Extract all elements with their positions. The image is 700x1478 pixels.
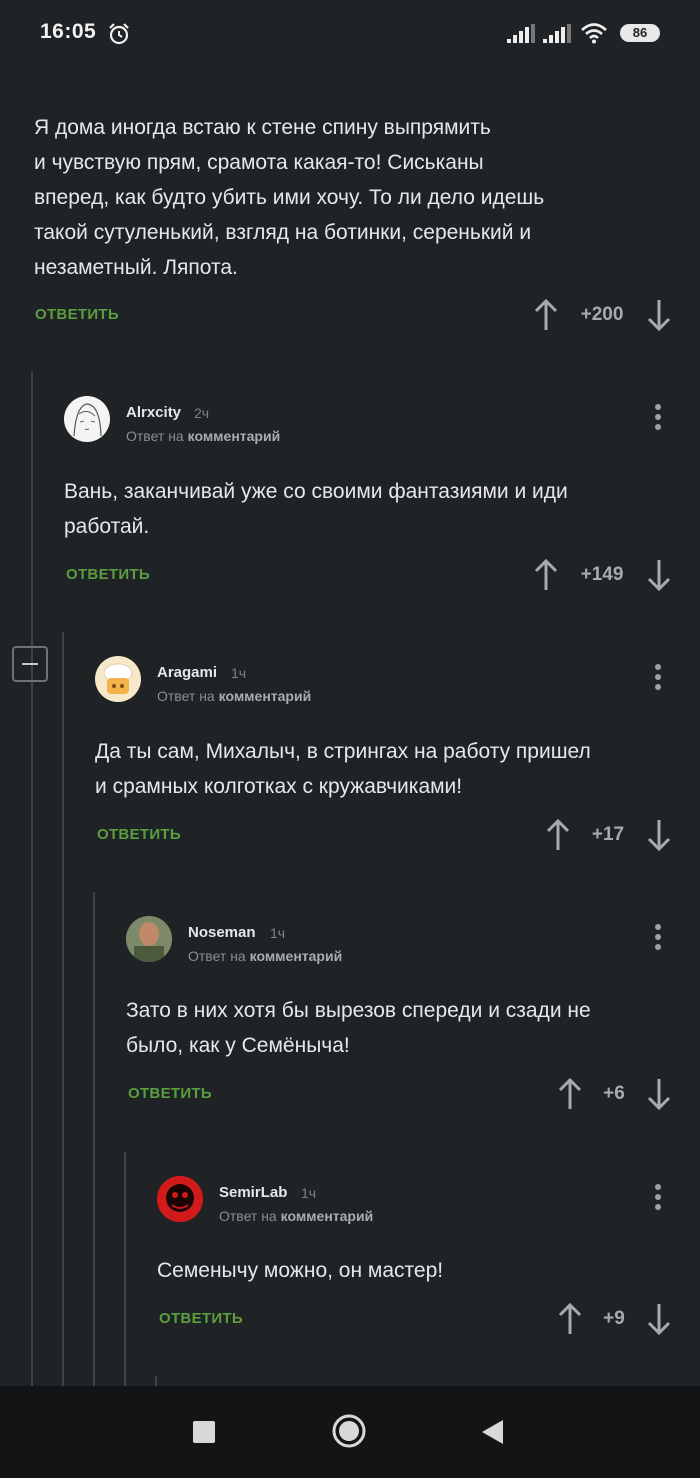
downvote-arrow-icon[interactable] xyxy=(647,1078,671,1110)
comment-time: 1ч xyxy=(301,1185,317,1201)
reply-to-prefix: Ответ на xyxy=(188,948,246,964)
reply-to-label[interactable]: Ответ на комментарий xyxy=(219,1208,373,1224)
upvote-arrow-icon[interactable] xyxy=(546,819,570,851)
comment-body: Да ты сам, Михалыч, в стрингах на работу… xyxy=(95,734,685,804)
more-options-icon[interactable] xyxy=(654,1184,662,1214)
comment-text-line: Вань, заканчивай уже со своими фантазиям… xyxy=(64,480,568,503)
user-avatar-icon xyxy=(103,663,133,694)
collapse-thread-button[interactable] xyxy=(12,646,48,682)
more-options-icon[interactable] xyxy=(654,924,662,954)
upvote-arrow-icon[interactable] xyxy=(534,559,558,591)
comment-text-line: такой сутуленький, взгляд на ботинки, се… xyxy=(34,221,532,244)
downvote-arrow-icon[interactable] xyxy=(647,299,671,331)
avatar[interactable] xyxy=(95,656,141,702)
avatar[interactable] xyxy=(126,916,172,962)
comment-time: 1ч xyxy=(270,925,286,941)
comment-text-line: Я дома иногда встаю к стене спину выпрям… xyxy=(34,116,491,139)
comment-body: Семенычу можно, он мастер! xyxy=(157,1253,677,1288)
avatar[interactable] xyxy=(64,396,110,442)
comment-time: 2ч xyxy=(194,405,210,421)
comment-text-line: Зато в них хотя бы вырезов спереди и сза… xyxy=(126,999,591,1022)
comment-score: +149 xyxy=(580,564,624,585)
comment-body: Вань, заканчивай уже со своими фантазиям… xyxy=(64,474,674,544)
comment-text-line: работай. xyxy=(64,515,150,538)
reply-button[interactable]: ОТВЕТИТЬ xyxy=(159,1310,243,1327)
wifi-icon xyxy=(581,23,607,44)
reply-to-prefix: Ответ на xyxy=(219,1208,277,1224)
thread-line[interactable] xyxy=(62,632,64,1386)
thread-line[interactable] xyxy=(155,1376,157,1386)
upvote-arrow-icon[interactable] xyxy=(558,1303,582,1335)
comment-text-line: незаметный. Ляпота. xyxy=(34,256,238,279)
reply-to-target[interactable]: комментарий xyxy=(188,428,281,444)
comment-text-line: Да ты сам, Михалыч, в стрингах на работу… xyxy=(95,740,591,763)
reply-to-prefix: Ответ на xyxy=(157,688,215,704)
downvote-arrow-icon[interactable] xyxy=(647,559,671,591)
reply-button[interactable]: ОТВЕТИТЬ xyxy=(66,566,150,583)
username[interactable]: Alrxcity xyxy=(126,404,181,421)
reply-to-prefix: Ответ на xyxy=(126,428,184,444)
comment-text-line: Семенычу можно, он мастер! xyxy=(157,1259,444,1282)
upvote-arrow-icon[interactable] xyxy=(558,1078,582,1110)
more-options-icon[interactable] xyxy=(654,664,662,694)
signal-icon xyxy=(507,24,535,43)
comment-body: Я дома иногда встаю к стене спину выпрям… xyxy=(34,110,674,285)
home-icon[interactable] xyxy=(331,1413,367,1449)
upvote-arrow-icon[interactable] xyxy=(534,299,558,331)
signal-icon xyxy=(543,24,571,43)
username[interactable]: Aragami xyxy=(157,664,217,681)
comment-score: +200 xyxy=(580,304,624,325)
user-avatar-icon xyxy=(73,403,102,437)
reply-button[interactable]: ОТВЕТИТЬ xyxy=(128,1085,212,1102)
thread-line[interactable] xyxy=(31,372,33,1386)
status-time: 16:05 xyxy=(40,20,97,43)
reply-to-label[interactable]: Ответ на комментарий xyxy=(126,428,280,444)
reply-to-label[interactable]: Ответ на комментарий xyxy=(157,688,311,704)
root-comment: Я дома иногда встаю к стене спину выпрям… xyxy=(34,110,674,285)
comment-text-line: было, как у Семёныча! xyxy=(126,1034,350,1057)
downvote-arrow-icon[interactable] xyxy=(647,819,671,851)
user-avatar-icon xyxy=(157,1176,203,1222)
avatar[interactable] xyxy=(157,1176,203,1222)
thread-line[interactable] xyxy=(93,892,95,1386)
comment-time: 1ч xyxy=(231,665,247,681)
username[interactable]: SemirLab xyxy=(219,1184,287,1201)
status-bar: 16:05 86 xyxy=(0,0,700,86)
comment-body: Зато в них хотя бы вырезов спереди и сза… xyxy=(126,993,686,1063)
reply-to-target[interactable]: комментарий xyxy=(219,688,312,704)
navigation-bar xyxy=(0,1386,700,1478)
comment-text-line: вперед, как будто убить ими хочу. То ли … xyxy=(34,186,545,209)
downvote-arrow-icon[interactable] xyxy=(647,1303,671,1335)
reply-button[interactable]: ОТВЕТИТЬ xyxy=(97,826,181,843)
comment-text-line: и чувствую прям, срамота какая-то! Сиськ… xyxy=(34,151,484,174)
battery-indicator: 86 xyxy=(620,24,660,42)
reply-button[interactable]: ОТВЕТИТЬ xyxy=(35,306,119,323)
recent-apps-icon[interactable] xyxy=(192,1420,216,1444)
reply-to-label[interactable]: Ответ на комментарий xyxy=(188,948,342,964)
user-avatar-icon xyxy=(126,916,172,962)
comment-score: +17 xyxy=(591,824,625,845)
username[interactable]: Noseman xyxy=(188,924,256,941)
reply-to-target[interactable]: комментарий xyxy=(281,1208,374,1224)
comment-score: +9 xyxy=(603,1308,625,1329)
alarm-icon xyxy=(109,23,129,45)
more-options-icon[interactable] xyxy=(654,404,662,434)
back-icon[interactable] xyxy=(480,1419,504,1445)
comment-text-line: и срамных колготках с кружавчиками! xyxy=(95,775,463,798)
reply-to-target[interactable]: комментарий xyxy=(250,948,343,964)
comment-score: +6 xyxy=(603,1083,625,1104)
thread-line[interactable] xyxy=(124,1152,126,1386)
